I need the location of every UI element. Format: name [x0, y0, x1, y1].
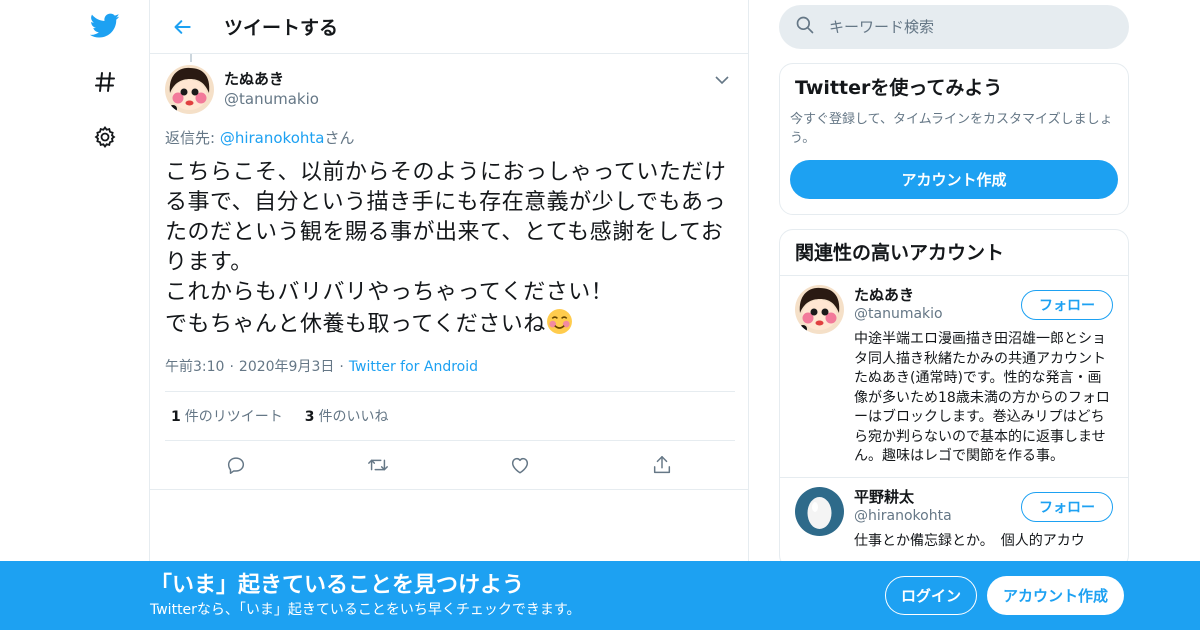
- search-icon: [795, 15, 815, 39]
- like-count: 3: [304, 409, 315, 425]
- banner-create-account-button[interactable]: アカウント作成: [987, 576, 1124, 615]
- tweet-text-body: こちらこそ、以前からそのようにおっしゃっていただける事で、自分という描き手にも存…: [165, 160, 727, 337]
- chevron-down-icon[interactable]: [710, 68, 734, 92]
- left-nav: [0, 0, 150, 630]
- tweet-time[interactable]: 午前3:10: [165, 359, 224, 375]
- signup-card-title: Twitterを使ってみよう: [795, 77, 1003, 99]
- search-input[interactable]: [829, 18, 1089, 36]
- tweet-meta: 午前3:10 · 2020年9月3日 · Twitter for Android: [165, 359, 479, 375]
- signup-banner: 「いま」起きていることを見つけよう Twitterなら、「いま」起きていることを…: [0, 561, 1200, 630]
- login-button[interactable]: ログイン: [885, 576, 977, 615]
- avatar[interactable]: [165, 64, 214, 114]
- twitter-logo-icon[interactable]: [85, 6, 125, 46]
- reply-icon[interactable]: [165, 454, 307, 476]
- follow-button[interactable]: フォロー: [1021, 290, 1113, 320]
- settings-gear-icon[interactable]: [85, 117, 125, 157]
- share-icon[interactable]: [591, 454, 733, 476]
- reply-prefix: 返信先:: [165, 129, 220, 147]
- main-header: ツイートする: [150, 0, 748, 54]
- create-account-button[interactable]: アカウント作成: [790, 160, 1118, 199]
- tweet-source-link[interactable]: Twitter for Android: [349, 359, 478, 375]
- divider: [150, 489, 748, 490]
- banner-subtitle: Twitterなら、「いま」起きていることをいち早くチェックできます。: [150, 602, 581, 618]
- like-heart-icon[interactable]: [449, 454, 591, 476]
- right-sidebar: Twitterを使ってみよう 今すぐ登録して、タイムラインをカスタマイズしましょ…: [779, 0, 1129, 569]
- tweet-author: たぬあき @tanumakio: [165, 54, 734, 114]
- author-name[interactable]: たぬあき: [224, 69, 319, 89]
- author-handle[interactable]: @tanumakio: [224, 89, 319, 109]
- avatar[interactable]: [795, 486, 844, 536]
- follow-button[interactable]: フォロー: [1021, 491, 1113, 522]
- search-box[interactable]: [779, 5, 1129, 49]
- signup-card-desc: 今すぐ登録して、タイムラインをカスタマイズしましょう。: [790, 112, 1113, 146]
- account-bio: 中途半端エロ漫画描き田沼雄一郎とショタ同人描き秋緒たかみの共通アカウントたぬあき…: [854, 331, 1110, 464]
- reply-to: 返信先: @hiranokohtaさん: [165, 128, 734, 148]
- tweet-text: こちらこそ、以前からそのようにおっしゃっていただける事で、自分という描き手にも存…: [165, 158, 734, 344]
- main-column: ツイートする たぬあき @tanumakio 返信先: @hiranokohta…: [149, 0, 749, 630]
- explore-hashtag-icon[interactable]: [85, 62, 125, 102]
- reply-mention-link[interactable]: @hiranokohta: [220, 129, 325, 147]
- account-item[interactable]: たぬあき @tanumakio 中途半端エロ漫画描き田沼雄一郎とショタ同人描き秋…: [780, 276, 1128, 478]
- signup-card: Twitterを使ってみよう 今すぐ登録して、タイムラインをカスタマイズしましょ…: [779, 63, 1129, 215]
- back-arrow-icon[interactable]: [166, 10, 200, 44]
- related-accounts-title: 関連性の高いアカウント: [780, 230, 1128, 276]
- tweet-date[interactable]: 2020年9月3日: [239, 359, 334, 375]
- related-accounts-card: 関連性の高いアカウント たぬあき @tanumakio 中途半端エロ漫画描き田沼…: [779, 229, 1129, 569]
- avatar[interactable]: [795, 285, 844, 334]
- retweet-count-link[interactable]: 1 件のリツイート: [171, 406, 283, 426]
- tweet: たぬあき @tanumakio 返信先: @hiranokohtaさん こちらこ…: [150, 54, 748, 490]
- banner-title: 「いま」起きていることを見つけよう: [150, 573, 525, 598]
- tweet-stats: 1 件のリツイート 3 件のいいね: [165, 391, 735, 441]
- retweet-count: 1: [171, 409, 181, 425]
- retweet-icon[interactable]: [307, 454, 449, 476]
- tweet-actions: [165, 441, 735, 489]
- reply-suffix: さん: [324, 129, 355, 147]
- account-item[interactable]: 平野耕太 @hiranokohta 仕事とか備忘録とか。 個人的アカウ フォロー: [780, 478, 1128, 562]
- account-bio: 仕事とか備忘録とか。 個人的アカウ: [854, 532, 1085, 549]
- thread-line: [190, 54, 192, 62]
- page-title: ツイートする: [224, 17, 339, 39]
- like-label: 件のいいね: [318, 409, 389, 425]
- retweet-label: 件のリツイート: [184, 409, 283, 425]
- like-count-link[interactable]: 3 件のいいね: [305, 406, 389, 426]
- smiling-face-with-blush-icon: [546, 308, 573, 344]
